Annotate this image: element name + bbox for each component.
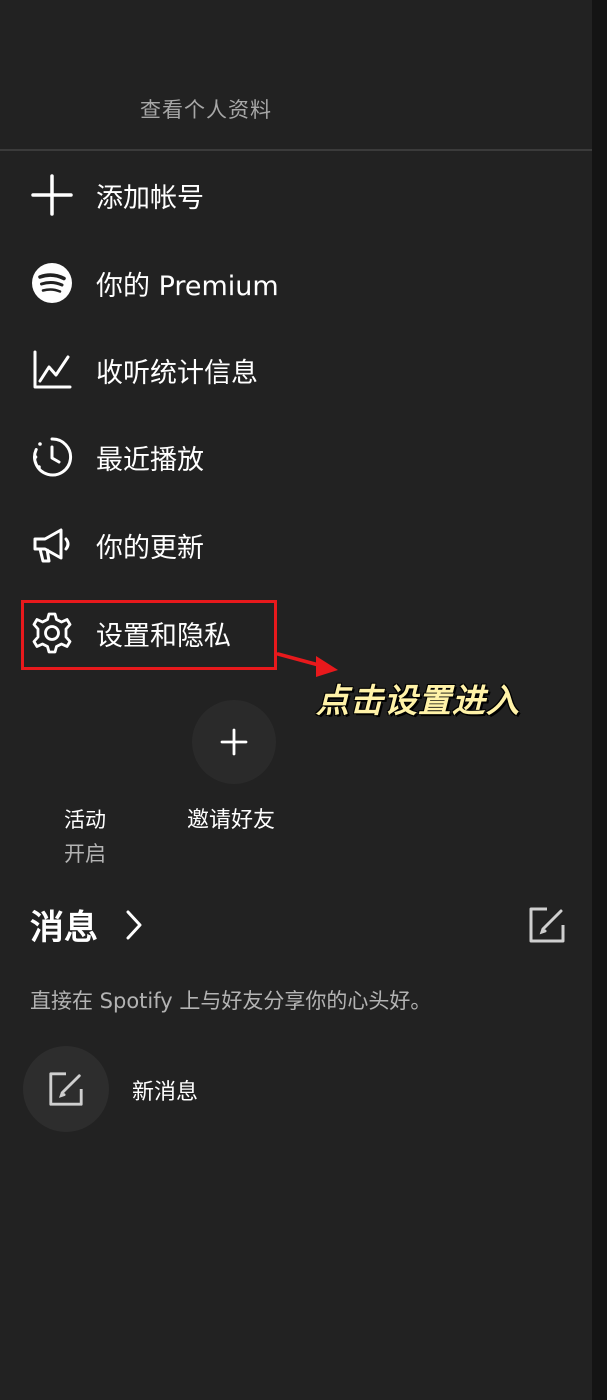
compose-icon[interactable]: [527, 905, 567, 945]
menu-item-recently-played[interactable]: 最近播放: [0, 422, 520, 492]
spotify-logo-icon: [30, 261, 74, 305]
activity-label[interactable]: 活动: [64, 804, 106, 834]
activity-status: 开启: [64, 842, 106, 866]
menu-item-add-account[interactable]: 添加帐号: [0, 160, 520, 230]
menu-item-label: 收听统计信息: [96, 357, 258, 389]
view-profile-link[interactable]: 查看个人资料: [140, 94, 272, 124]
divider: [0, 149, 592, 151]
annotation-text: 点击设置进入: [316, 681, 520, 720]
menu-item-label: 最近播放: [96, 444, 204, 476]
messages-title[interactable]: 消息: [30, 900, 98, 949]
new-message-button[interactable]: [23, 1046, 109, 1132]
compose-icon: [49, 1072, 83, 1106]
menu-item-label: 你的 Premium: [96, 270, 279, 302]
chevron-right-icon[interactable]: [122, 908, 146, 942]
drawer-edge: [592, 0, 607, 1400]
new-message-label[interactable]: 新消息: [132, 1074, 198, 1106]
plus-icon: [30, 173, 74, 217]
invite-friends-button[interactable]: [192, 700, 276, 784]
menu-item-your-updates[interactable]: 你的更新: [0, 510, 520, 580]
chart-line-icon: [30, 348, 74, 392]
plus-icon: [220, 728, 248, 756]
menu-item-listening-stats[interactable]: 收听统计信息: [0, 335, 520, 405]
clock-history-icon: [30, 435, 74, 479]
megaphone-icon: [30, 523, 74, 567]
invite-friends-label: 邀请好友: [187, 808, 276, 833]
menu-item-label: 添加帐号: [96, 182, 204, 214]
highlight-box: [21, 600, 277, 670]
messages-description: 直接在 Spotify 上与好友分享你的心头好。: [30, 989, 432, 1013]
menu-item-label: 你的更新: [96, 532, 204, 564]
menu-item-premium[interactable]: 你的 Premium: [0, 248, 520, 318]
